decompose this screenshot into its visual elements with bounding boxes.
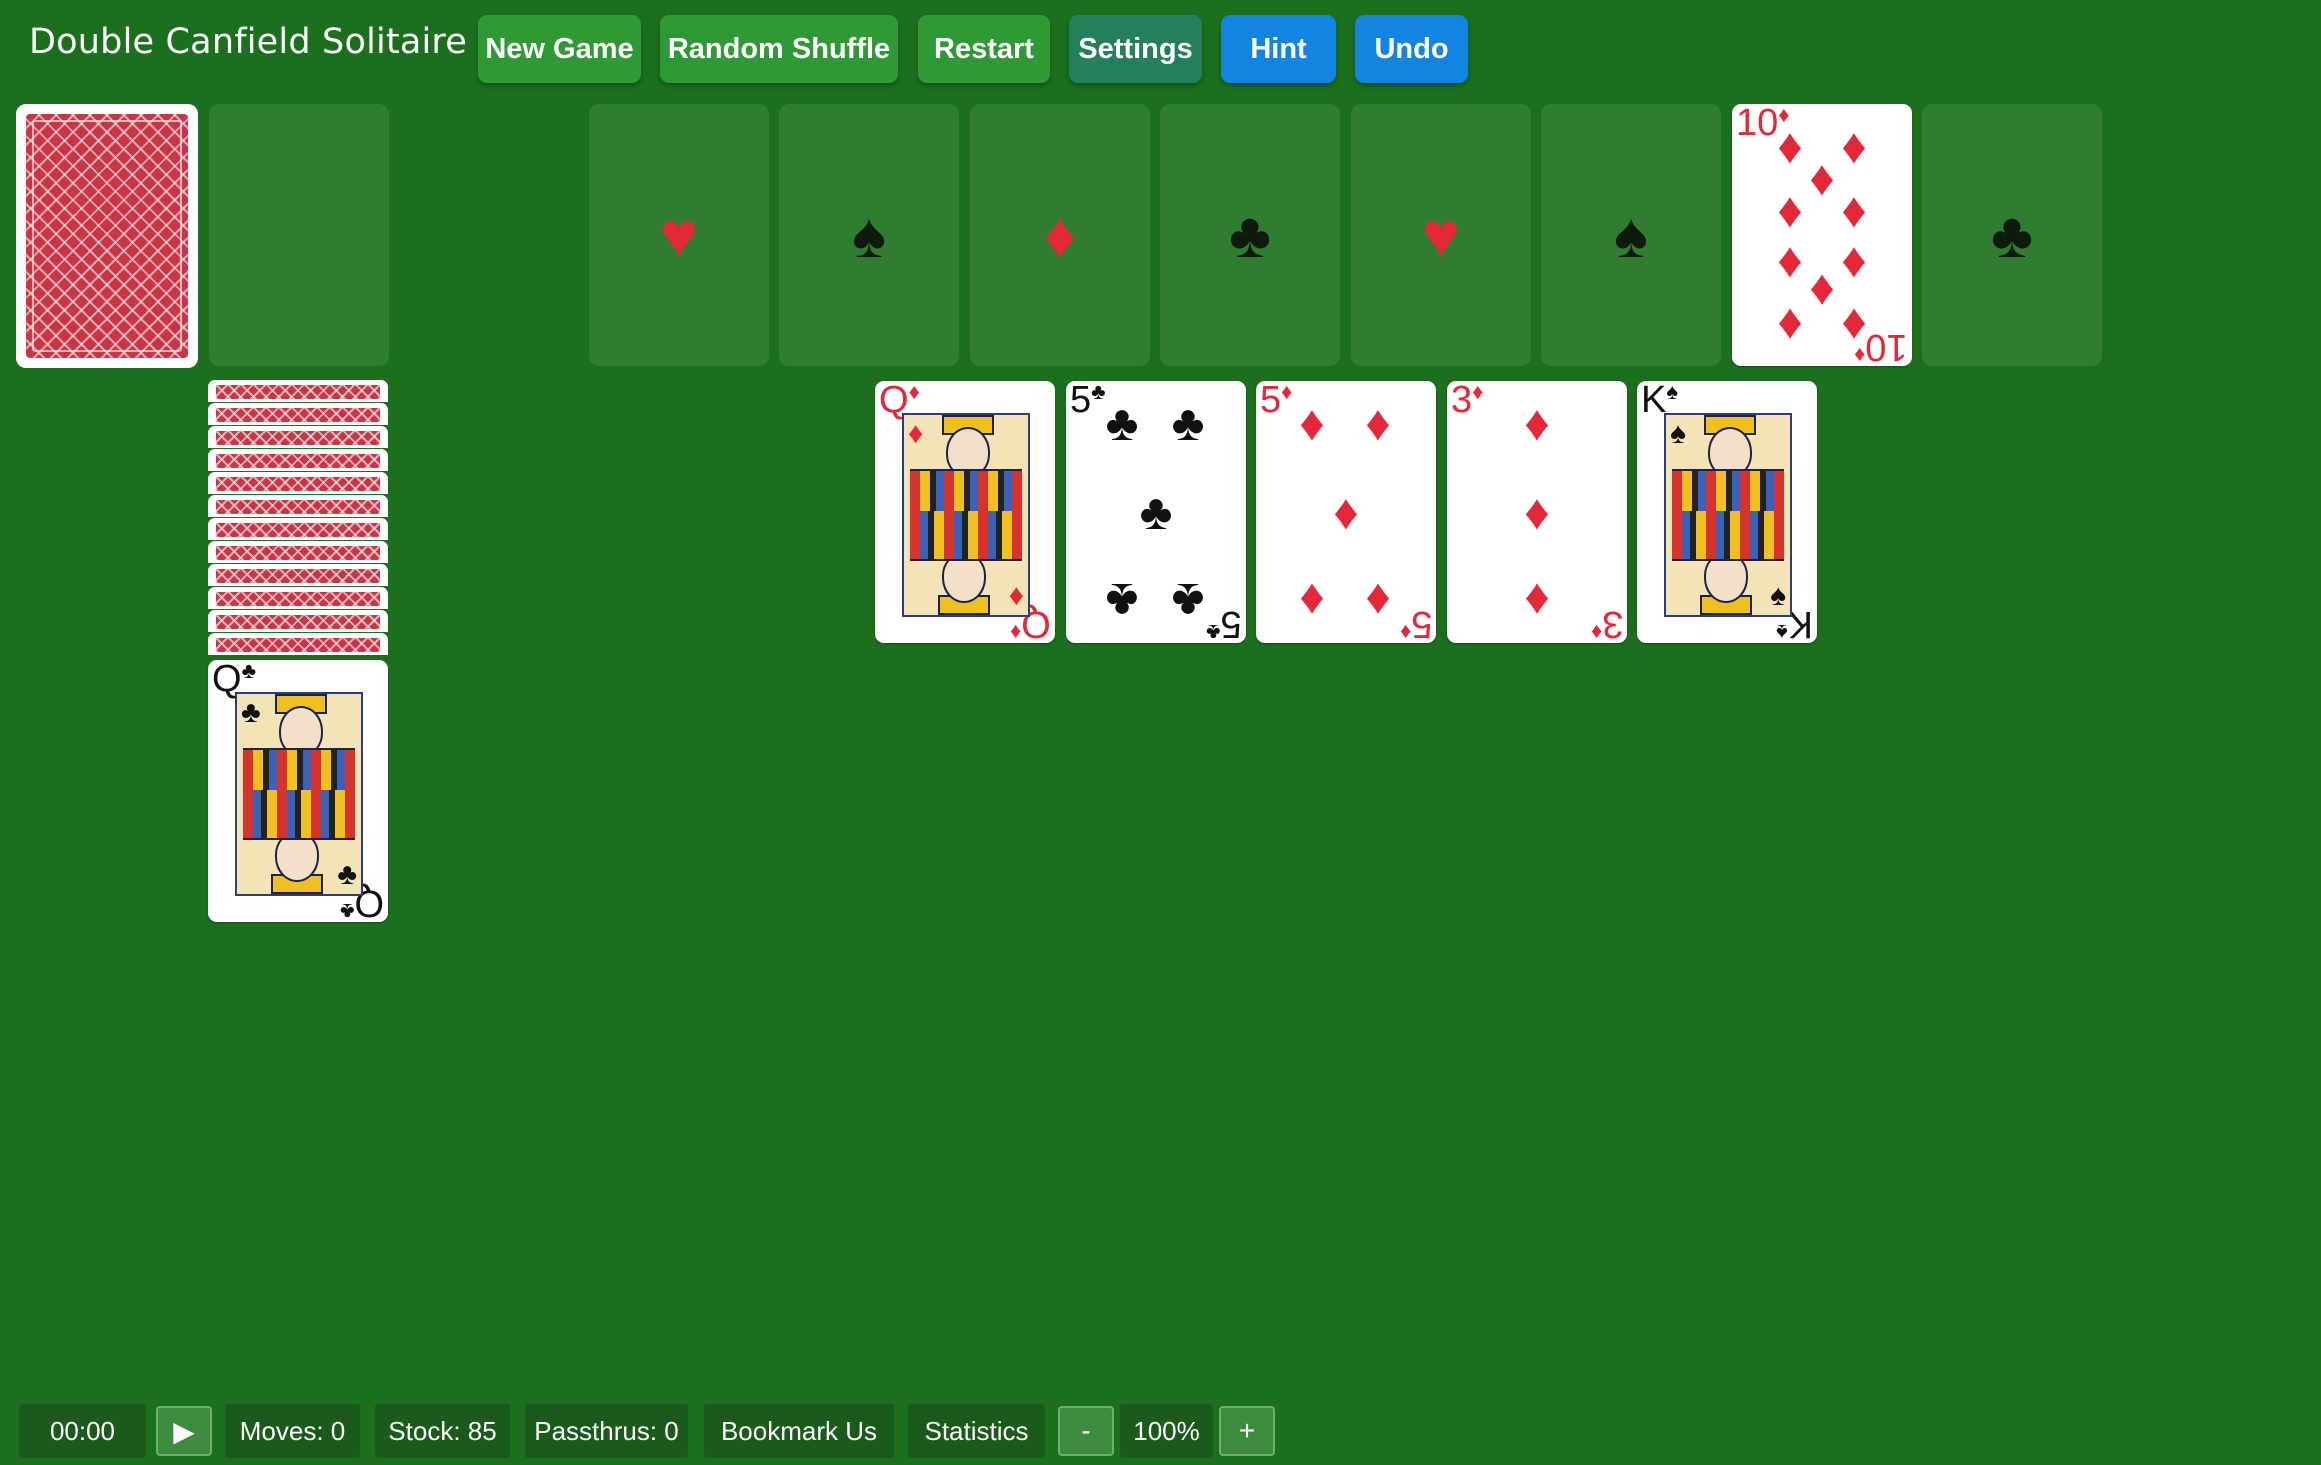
settings-button[interactable]: Settings bbox=[1069, 15, 1202, 83]
reserve-card-back bbox=[208, 380, 388, 402]
reserve-top-card[interactable]: Q♣ Q♣ ♣ ♣ bbox=[208, 660, 388, 922]
diamond-pip: ♦ bbox=[1841, 232, 1867, 288]
diamond-pip: ♦ bbox=[1777, 182, 1803, 238]
diamond-pip: ♦ bbox=[1299, 573, 1325, 629]
spade-icon: ♠ bbox=[1770, 579, 1786, 612]
hint-button[interactable]: Hint bbox=[1221, 15, 1336, 83]
foundation-1[interactable]: ♥ bbox=[589, 104, 769, 366]
reserve-pile[interactable]: Q♣ Q♣ ♣ ♣ bbox=[208, 380, 388, 922]
spade-icon: ♠ bbox=[1614, 199, 1648, 271]
club-icon: ♣ bbox=[1991, 199, 2033, 271]
card-index-top: 5♦ bbox=[1260, 381, 1293, 421]
timer: 00:00 bbox=[19, 1404, 146, 1458]
club-pip: ♣ bbox=[1105, 395, 1139, 451]
tableau-card-4[interactable]: 3♦ 3♦ ♦ ♦ ♦ bbox=[1447, 381, 1627, 643]
card-index-bottom: 3♦ bbox=[1590, 603, 1623, 643]
reserve-card-back bbox=[208, 426, 388, 448]
stock-counter: Stock: 85 bbox=[375, 1404, 510, 1458]
king-figure: ♠ ♠ bbox=[1664, 413, 1792, 617]
diamond-pip: ♦ bbox=[1365, 573, 1391, 629]
foundation-2[interactable]: ♠ bbox=[779, 104, 959, 366]
reserve-card-back bbox=[208, 541, 388, 563]
club-pip: ♣ bbox=[1171, 395, 1205, 451]
undo-button[interactable]: Undo bbox=[1355, 15, 1468, 83]
foundation-4[interactable]: ♣ bbox=[1160, 104, 1340, 366]
diamond-pip: ♦ bbox=[1777, 118, 1803, 174]
diamond-pip: ♦ bbox=[1809, 264, 1835, 320]
heart-icon: ♥ bbox=[1422, 199, 1460, 271]
new-game-button[interactable]: New Game bbox=[478, 15, 641, 83]
reserve-card-back bbox=[208, 495, 388, 517]
diamond-pip: ♦ bbox=[1841, 298, 1867, 354]
reserve-card-back bbox=[208, 518, 388, 540]
club-pip: ♣ bbox=[1171, 573, 1205, 629]
spade-icon: ♠ bbox=[1670, 417, 1686, 450]
restart-button[interactable]: Restart bbox=[918, 15, 1050, 83]
reserve-card-back bbox=[208, 633, 388, 655]
play-icon[interactable]: ▶ bbox=[156, 1406, 212, 1456]
passthrus-counter: Passthrus: 0 bbox=[525, 1404, 688, 1458]
club-icon: ♣ bbox=[337, 858, 357, 891]
club-pip: ♣ bbox=[1105, 573, 1139, 629]
random-shuffle-button[interactable]: Random Shuffle bbox=[660, 15, 898, 83]
club-icon: ♣ bbox=[241, 696, 261, 729]
diamond-pip: ♦ bbox=[1777, 232, 1803, 288]
diamond-pip: ♦ bbox=[1809, 150, 1835, 206]
bookmark-button[interactable]: Bookmark Us bbox=[704, 1404, 894, 1458]
diamond-pip: ♦ bbox=[1841, 118, 1867, 174]
tableau-card-3[interactable]: 5♦ 5♦ ♦ ♦ ♦ ♦ ♦ bbox=[1256, 381, 1436, 643]
queen-figure: ♦ ♦ bbox=[902, 413, 1030, 617]
club-icon: ♣ bbox=[1229, 199, 1271, 271]
card-index-top: 3♦ bbox=[1451, 381, 1484, 421]
diamond-pip: ♦ bbox=[1333, 484, 1359, 540]
queen-figure: ♣ ♣ bbox=[235, 692, 363, 896]
diamond-pip: ♦ bbox=[1841, 182, 1867, 238]
zoom-out-button[interactable]: - bbox=[1058, 1406, 1114, 1456]
game-title: Double Canfield Solitaire bbox=[29, 22, 467, 62]
tableau-card-5[interactable]: K♠ K♠ ♠ ♠ bbox=[1637, 381, 1817, 643]
zoom-in-button[interactable]: + bbox=[1219, 1406, 1275, 1456]
tableau-card-2[interactable]: 5♣ 5♣ ♣ ♣ ♣ ♣ ♣ bbox=[1066, 381, 1246, 643]
foundation-5[interactable]: ♥ bbox=[1351, 104, 1531, 366]
foundation-8[interactable]: ♣ bbox=[1922, 104, 2102, 366]
diamond-pip: ♦ bbox=[1777, 298, 1803, 354]
reserve-card-back bbox=[208, 610, 388, 632]
diamond-pip: ♦ bbox=[1299, 395, 1325, 451]
reserve-card-back bbox=[208, 403, 388, 425]
statistics-button[interactable]: Statistics bbox=[908, 1404, 1045, 1458]
diamond-pip: ♦ bbox=[1524, 395, 1550, 451]
club-pip: ♣ bbox=[1139, 484, 1173, 540]
tableau-card-1[interactable]: Q♦ Q♦ ♦ ♦ bbox=[875, 381, 1055, 643]
diamond-pip: ♦ bbox=[1365, 395, 1391, 451]
card-index-bottom: 5♣ bbox=[1206, 603, 1242, 643]
spade-icon: ♠ bbox=[852, 199, 886, 271]
reserve-card-back bbox=[208, 587, 388, 609]
foundation-7-card[interactable]: 10♦ 10♦ ♦ ♦ ♦ ♦ ♦ ♦ ♦ ♦ ♦ ♦ bbox=[1732, 104, 1912, 366]
diamond-pip: ♦ bbox=[1524, 484, 1550, 540]
foundation-3[interactable]: ♦ bbox=[970, 104, 1150, 366]
card-back-pattern bbox=[26, 114, 188, 358]
card-index-bottom: 5♦ bbox=[1399, 603, 1432, 643]
foundation-6[interactable]: ♠ bbox=[1541, 104, 1721, 366]
zoom-level: 100% bbox=[1120, 1404, 1213, 1458]
diamond-icon: ♦ bbox=[1043, 199, 1077, 271]
diamond-icon: ♦ bbox=[908, 417, 924, 450]
diamond-icon: ♦ bbox=[1008, 579, 1024, 612]
heart-icon: ♥ bbox=[660, 199, 698, 271]
reserve-card-back bbox=[208, 472, 388, 494]
stock-pile[interactable] bbox=[16, 104, 198, 368]
reserve-card-back bbox=[208, 449, 388, 471]
diamond-pip: ♦ bbox=[1524, 573, 1550, 629]
reserve-card-back bbox=[208, 564, 388, 586]
card-index-top: 5♣ bbox=[1070, 381, 1106, 421]
moves-counter: Moves: 0 bbox=[225, 1404, 360, 1458]
waste-pile[interactable] bbox=[209, 104, 389, 366]
